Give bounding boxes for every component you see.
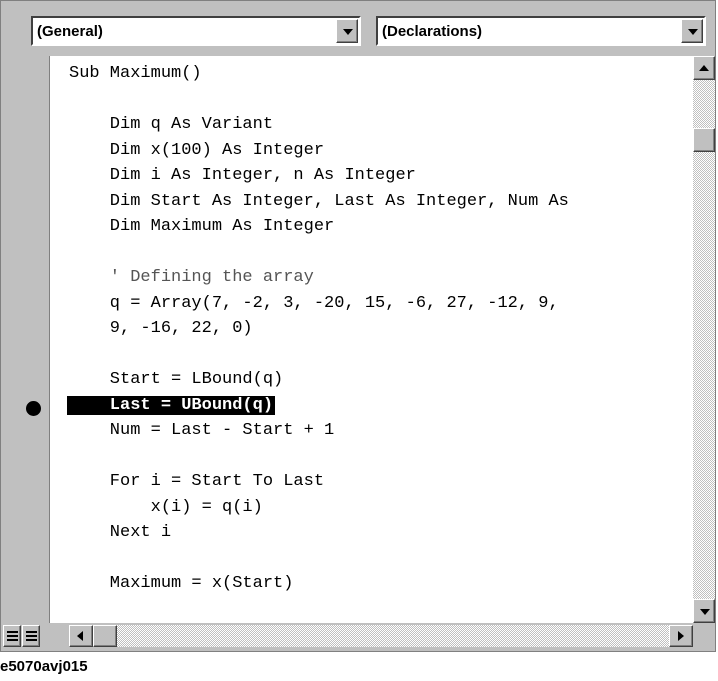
breakpoint-icon[interactable] (26, 401, 41, 416)
scroll-down-icon (700, 609, 710, 615)
figure-caption: e5070avj015 (0, 658, 88, 675)
code-line[interactable]: Start = LBound(q) (69, 368, 283, 392)
code-line[interactable]: Dim i As Integer, n As Integer (69, 164, 416, 188)
object-combo-dropdown-button[interactable] (336, 19, 358, 43)
code-window: (General) (Declarations) Sub Maximum() D… (0, 0, 716, 652)
code-line[interactable]: Dim Start As Integer, Last As Integer, N… (69, 190, 569, 214)
code-line[interactable]: Dim Maximum As Integer (69, 215, 334, 239)
highlighted-statement[interactable]: Last = UBound(q) (67, 395, 276, 415)
procedure-view-button[interactable] (3, 625, 21, 647)
code-line[interactable]: x(i) = q(i) (69, 496, 263, 520)
procedure-combo[interactable]: (Declarations) (376, 16, 706, 46)
code-line[interactable]: Num = Last - Start + 1 (69, 419, 334, 443)
scroll-left-button[interactable] (69, 625, 93, 647)
view-buttons (1, 625, 69, 647)
horizontal-scrollbar[interactable] (69, 625, 693, 647)
scroll-down-button[interactable] (693, 599, 715, 623)
procedure-combo-dropdown-button[interactable] (681, 19, 703, 43)
horizontal-scroll-thumb[interactable] (93, 625, 117, 647)
code-line[interactable]: Next i (69, 521, 171, 545)
code-line[interactable]: Maximum = x(Start) (69, 572, 294, 596)
chevron-down-icon (343, 29, 353, 35)
object-combo[interactable]: (General) (31, 16, 361, 46)
procedure-view-icon (7, 631, 18, 641)
code-line[interactable]: Dim q As Variant (69, 113, 273, 137)
code-line[interactable]: 9, -16, 22, 0) (69, 317, 253, 341)
scroll-up-icon (699, 65, 709, 71)
scroll-right-icon (678, 631, 684, 641)
scroll-up-button[interactable] (693, 56, 715, 80)
full-module-view-icon (26, 631, 37, 641)
code-line[interactable]: q = Array(7, -2, 3, -20, 15, -6, 27, -12… (69, 292, 559, 316)
full-module-view-button[interactable] (22, 625, 40, 647)
code-line[interactable]: ' Defining the array (69, 266, 314, 290)
scroll-left-icon (77, 631, 83, 641)
vertical-scroll-thumb[interactable] (693, 128, 715, 152)
chevron-down-icon (688, 29, 698, 35)
code-editor[interactable]: Sub Maximum() Dim q As Variant Dim x(100… (50, 56, 693, 623)
procedure-combo-value: (Declarations) (382, 23, 483, 40)
margin-indicator-bar[interactable] (18, 56, 50, 623)
code-line[interactable]: Dim x(100) As Integer (69, 139, 324, 163)
object-combo-value: (General) (37, 23, 103, 40)
vertical-scrollbar[interactable] (693, 56, 715, 623)
code-line[interactable]: For i = Start To Last (69, 470, 324, 494)
code-line[interactable]: Last = UBound(q) (67, 394, 276, 418)
scroll-right-button[interactable] (669, 625, 693, 647)
code-line[interactable]: Sub Maximum() (69, 62, 202, 86)
